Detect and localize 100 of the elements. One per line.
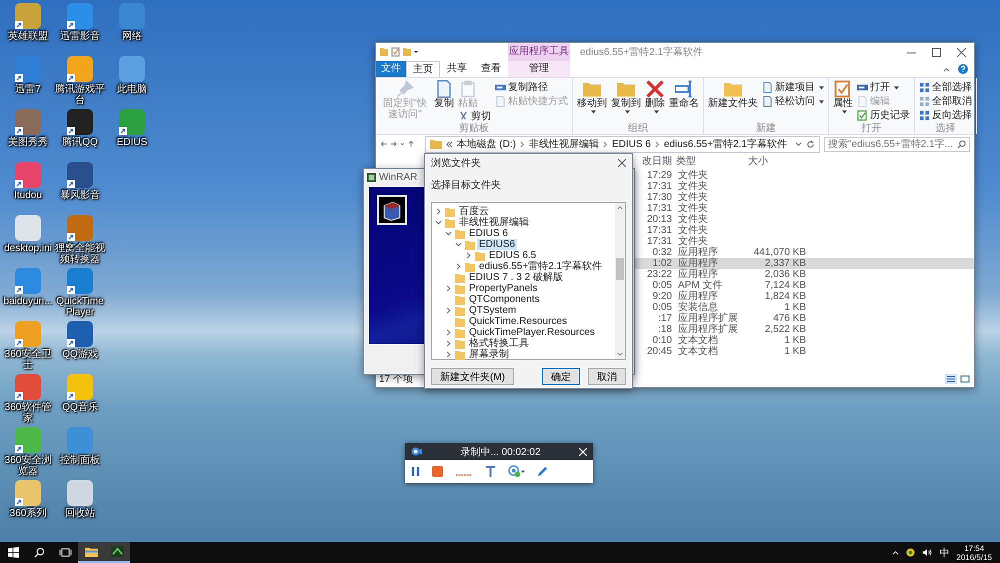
- input-method-indicator[interactable]: 中: [939, 546, 950, 560]
- quick-access-toolbar-drawing[interactable]: [380, 47, 420, 57]
- tree-item[interactable]: 屏幕录制: [467, 349, 511, 360]
- ribbon-button[interactable]: 复制到: [611, 80, 641, 114]
- ribbon-button[interactable]: 复制路径: [495, 80, 568, 94]
- tree-item[interactable]: QTComponents: [467, 294, 542, 305]
- webcam-icon[interactable]: [508, 465, 525, 478]
- document-icon: [762, 82, 773, 92]
- ribbon-tab[interactable]: 管理: [508, 61, 570, 77]
- search-icon: [957, 140, 966, 148]
- column-header[interactable]: 大小: [744, 155, 806, 168]
- type-cell-text: 文件夹: [677, 214, 709, 225]
- clipboard-icon: [459, 80, 477, 98]
- tree-item[interactable]: 非线性视屏编辑: [457, 217, 531, 228]
- icon-label: 360软件管家: [4, 402, 52, 424]
- tree-item[interactable]: QuickTimePlayer.Resources: [467, 327, 597, 338]
- app-icon[interactable]: [67, 321, 93, 347]
- type-cell-text: 文件夹: [677, 225, 709, 236]
- ribbon-button[interactable]: 移动到: [577, 80, 607, 114]
- ribbon-button[interactable]: 新建项目: [762, 80, 824, 94]
- icon-label: 回收站: [64, 508, 96, 519]
- chevron-right-icon[interactable]: [445, 285, 452, 292]
- help-icon[interactable]: [958, 64, 968, 74]
- date-cell-text: 0:32: [652, 247, 672, 258]
- ribbon-button[interactable]: 剪切: [458, 109, 491, 123]
- tree-item[interactable]: 格式转换工具: [467, 338, 531, 349]
- taskbar-button[interactable]: [104, 542, 130, 563]
- size-cell: 1 KB: [784, 302, 806, 313]
- icon-label: 英雄联盟: [7, 31, 49, 42]
- type-cell-text: 应用程序: [677, 247, 719, 258]
- cancel-button[interactable]: 取消: [588, 368, 626, 385]
- maximize-icon[interactable]: [932, 48, 941, 56]
- chevron-right-icon[interactable]: [435, 208, 442, 215]
- ribbon-button[interactable]: 重命名: [669, 80, 699, 109]
- ribbon-button[interactable]: 轻松访问: [762, 94, 824, 108]
- icon-label: 网络: [121, 31, 143, 42]
- scrollbar-thumb[interactable]: [616, 258, 624, 280]
- chevron-right-icon[interactable]: [445, 307, 452, 314]
- taskbar-button[interactable]: [78, 542, 104, 563]
- tree-item[interactable]: EDIUS 6: [467, 228, 510, 239]
- ribbon-button[interactable]: 打开: [857, 80, 910, 94]
- chevron-up-icon[interactable]: [943, 66, 950, 72]
- ribbon-button[interactable]: 全部取消: [919, 94, 972, 108]
- tree-item[interactable]: QTSystem: [467, 305, 518, 316]
- tray-app-icon[interactable]: [906, 548, 916, 557]
- ribbon-tab[interactable]: 文件: [376, 61, 406, 77]
- scroll-down-icon[interactable]: [617, 352, 623, 357]
- ok-button[interactable]: 确定: [542, 368, 580, 385]
- app-icon[interactable]: [67, 162, 93, 188]
- breadcrumb-item[interactable]: 本地磁盘 (D:): [456, 137, 516, 151]
- close-icon[interactable]: [618, 159, 626, 167]
- recording-status: 录制中... 00:02:02: [459, 446, 542, 458]
- scrollbar[interactable]: [615, 203, 625, 359]
- tree-item[interactable]: EDIUS6: [477, 239, 518, 250]
- document-icon: [857, 96, 868, 106]
- address-bar[interactable]: 本地磁盘 (D:) 非线性视屏编辑 EDIUS 6 edius6.55+雷特2.1字幕软件: [424, 136, 820, 152]
- tree-item[interactable]: QuickTime.Resources: [467, 316, 569, 327]
- speaker-icon[interactable]: [922, 548, 932, 557]
- refresh-icon[interactable]: [806, 140, 815, 148]
- task-view-icon: [58, 547, 72, 558]
- icon-label: 暴风影音: [59, 190, 101, 201]
- date-cell-text: 17:31: [646, 181, 672, 192]
- icon-label: Itudou: [13, 190, 43, 201]
- tree-item[interactable]: EDIUS 7 . 3 2 破解版: [467, 272, 565, 283]
- ribbon-button[interactable]: 反向选择: [919, 108, 972, 122]
- scroll-up-icon[interactable]: [617, 205, 623, 210]
- breadcrumb-item[interactable]: EDIUS 6: [612, 138, 651, 150]
- type-cell-text: 文件夹: [677, 192, 709, 203]
- pin-icon: [396, 80, 414, 98]
- ribbon-tab[interactable]: 查看: [474, 61, 508, 77]
- date-cell-text: 9:20: [652, 291, 672, 302]
- new-folder-button[interactable]: 新建文件夹(M): [431, 368, 514, 385]
- pause-icon[interactable]: [411, 466, 420, 477]
- tree-item[interactable]: PropertyPanels: [467, 283, 540, 294]
- tree-item[interactable]: edius6.55+雷特2.1字幕软件: [477, 261, 604, 272]
- pencil-icon[interactable]: [537, 466, 548, 477]
- breadcrumb-item[interactable]: edius6.55+雷特2.1字幕软件: [664, 137, 787, 151]
- details-view-icon[interactable]: [945, 374, 957, 384]
- folder-icon: [617, 80, 635, 98]
- ribbon-button[interactable]: 属性: [833, 80, 853, 114]
- column-header[interactable]: 类型: [672, 155, 744, 168]
- type-cell-text: 安装信息: [677, 302, 718, 313]
- close-icon[interactable]: [957, 48, 966, 56]
- breadcrumb-item[interactable]: 非线性视屏编辑: [528, 137, 599, 151]
- ribbon-button[interactable]: 新建文件夹: [708, 80, 758, 109]
- chevron-down-icon[interactable]: [795, 142, 802, 146]
- ribbon-button[interactable]: 删除: [645, 80, 665, 114]
- ribbon-button[interactable]: 复制: [434, 80, 454, 109]
- ribbon-button[interactable]: 全部选择: [919, 80, 972, 94]
- tree-item[interactable]: EDIUS 6.5: [487, 250, 538, 261]
- shortcut-arrow-icon: [15, 339, 23, 347]
- ribbon-tab[interactable]: 主页: [406, 61, 440, 77]
- clock[interactable]: 17:54 2016/5/15: [956, 544, 992, 562]
- tree-item[interactable]: 百度云: [457, 206, 491, 217]
- ribbon-button[interactable]: 历史记录: [857, 108, 910, 122]
- app-icon[interactable]: [67, 109, 93, 135]
- ribbon-tab[interactable]: 共享: [440, 61, 474, 77]
- icon-label: QQ游戏: [61, 349, 99, 360]
- large-icons-view-icon[interactable]: [959, 374, 971, 384]
- window-title: WinRAR: [379, 172, 418, 182]
